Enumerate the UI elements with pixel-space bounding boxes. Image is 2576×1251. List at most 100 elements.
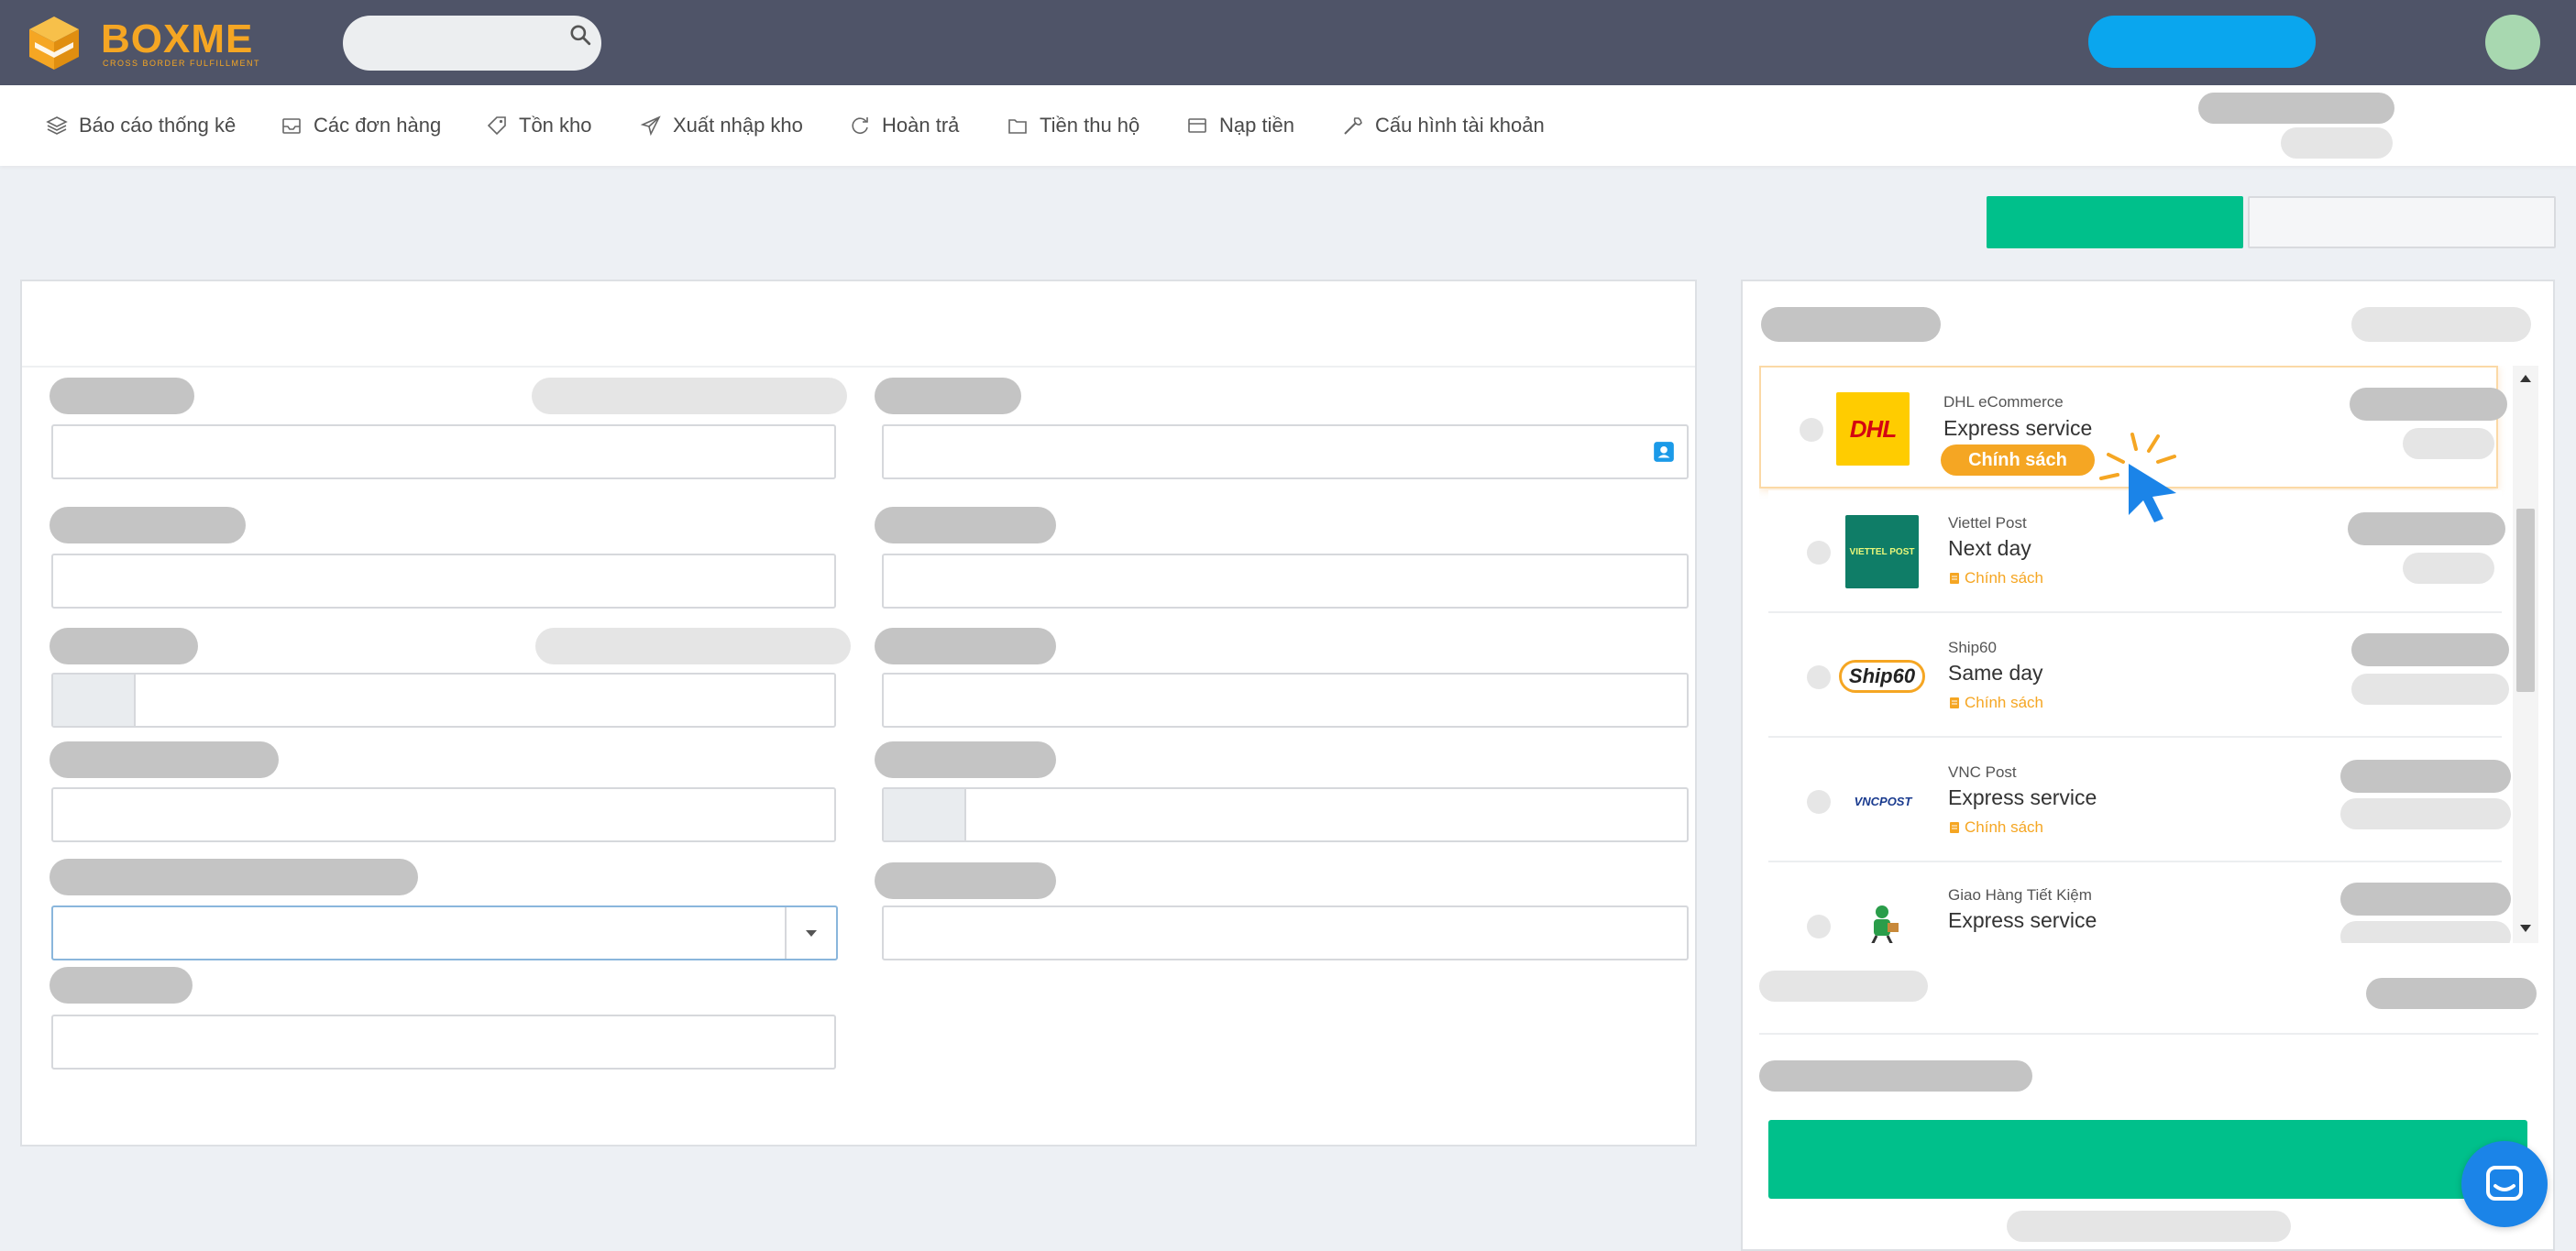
nav-item-topup[interactable]: Nạp tiền <box>1186 109 1294 142</box>
field-label <box>875 862 1056 899</box>
top-bar: BOXME CROSS BORDER FULFILLMENT <box>0 0 2576 85</box>
policy-button[interactable]: Chính sách <box>1941 444 2095 476</box>
footer-note-placeholder <box>2007 1211 2291 1242</box>
nav-item-import-export[interactable]: Xuất nhập kho <box>640 109 803 142</box>
field-label <box>875 378 1021 414</box>
form-input[interactable] <box>51 787 836 842</box>
refresh-icon <box>852 117 868 134</box>
wrench-icon <box>1344 117 1362 135</box>
input-prefix <box>53 675 136 726</box>
carrier-radio[interactable] <box>1807 541 1831 565</box>
list-footer-value-placeholder <box>2366 978 2537 1009</box>
brand-tagline: CROSS BORDER FULFILLMENT <box>103 59 261 68</box>
policy-link-label: Chính sách <box>1965 818 2043 836</box>
carrier-list-scrollbar[interactable] <box>2513 366 2538 943</box>
field-label <box>50 507 246 543</box>
policy-link[interactable]: Chính sách <box>1948 818 2043 837</box>
viettel-post-logo-icon: VIETTEL POST <box>1845 515 1919 588</box>
dhl-logo-text: DHL <box>1849 414 1897 443</box>
panel-title-placeholder <box>1761 307 1941 342</box>
top-action-button[interactable] <box>2088 16 2316 68</box>
nav-item-orders[interactable]: Các đơn hàng <box>281 109 441 142</box>
chevron-down-icon <box>806 930 817 937</box>
search-icon[interactable] <box>568 23 592 47</box>
brand-logo[interactable]: BOXME CROSS BORDER FULFILLMENT <box>26 15 273 71</box>
nav-item-inventory[interactable]: Tồn kho <box>486 109 592 142</box>
select-toggle[interactable] <box>785 907 836 959</box>
carrier-radio[interactable] <box>1807 665 1831 689</box>
form-input-with-prefix[interactable] <box>882 787 1689 842</box>
carrier-eta-placeholder <box>2340 921 2511 943</box>
carrier-eta-placeholder <box>2340 798 2511 829</box>
vnc-logo-text: VNCPOST <box>1854 794 1912 808</box>
delivery-man-icon <box>1871 905 1899 943</box>
tag-icon <box>487 116 506 136</box>
form-input-with-prefix[interactable] <box>51 673 836 728</box>
brand-name: BOXME <box>101 16 254 61</box>
document-icon <box>1950 822 1959 833</box>
carrier-option-ship60[interactable]: Ship60 Ship60 Same day Chính sách <box>1768 615 2509 738</box>
carrier-service: Next day <box>1948 536 2031 560</box>
carrier-option-giao-hang-tiet-kiem[interactable]: giaohangtietkiem Giao Hàng Tiết Kiệm Exp… <box>1768 864 2511 943</box>
carrier-service: Same day <box>1948 661 2043 685</box>
carrier-price-placeholder <box>2350 388 2507 421</box>
form-input[interactable] <box>882 905 1689 960</box>
ship60-logo-text: Ship60 <box>1838 660 1926 693</box>
scroll-up-icon[interactable] <box>2516 369 2535 388</box>
field-label <box>50 859 418 895</box>
nav-label: Hoàn trả <box>882 114 960 137</box>
ship60-logo-icon: Ship60 <box>1834 640 1930 713</box>
secondary-action-button[interactable] <box>2248 196 2556 248</box>
field-label <box>875 507 1056 543</box>
field-label <box>50 628 198 664</box>
nav-item-cod[interactable]: Tiền thu hộ <box>1007 109 1139 142</box>
form-input[interactable] <box>882 673 1689 728</box>
carrier-price-placeholder <box>2340 883 2511 916</box>
search-input[interactable] <box>343 16 601 71</box>
field-label <box>50 741 279 778</box>
scroll-thumb[interactable] <box>2516 509 2535 692</box>
policy-link-label: Chính sách <box>1965 569 2043 587</box>
nav-item-reports[interactable]: Báo cáo thống kê <box>46 109 236 142</box>
carrier-option-vnc-post[interactable]: VNCPOST VNC Post Express service Chính s… <box>1768 740 2511 862</box>
policy-link[interactable]: Chính sách <box>1948 694 2043 712</box>
carrier-radio[interactable] <box>1807 790 1831 814</box>
form-select[interactable] <box>51 905 838 960</box>
panel-action-placeholder[interactable] <box>2351 307 2531 342</box>
carrier-name: Viettel Post <box>1948 514 2027 532</box>
field-label <box>50 967 193 1004</box>
form-input[interactable] <box>51 1015 836 1070</box>
avatar[interactable] <box>2485 15 2540 70</box>
nav-item-account-settings[interactable]: Cấu hình tài khoản <box>1342 109 1545 142</box>
nav-label: Cấu hình tài khoản <box>1375 114 1545 137</box>
form-input[interactable] <box>51 424 836 479</box>
input-prefix <box>884 789 966 840</box>
ghtk-logo-icon: giaohangtietkiem <box>1845 889 1919 943</box>
main-nav: Báo cáo thống kê Các đơn hàng Tồn kho Xu… <box>0 85 2576 166</box>
folder-icon <box>1008 119 1027 134</box>
submit-order-button[interactable] <box>1768 1120 2527 1199</box>
form-input[interactable] <box>882 554 1689 609</box>
vnc-post-logo-icon: VNCPOST <box>1842 764 1924 838</box>
shipping-carrier-panel: DHL DHL eCommerce Express service Chính … <box>1741 280 2555 1251</box>
carrier-price-placeholder <box>2351 633 2509 666</box>
policy-link[interactable]: Chính sách <box>1948 569 2043 587</box>
nav-item-returns[interactable]: Hoàn trả <box>849 109 959 142</box>
primary-action-button[interactable] <box>1987 196 2243 248</box>
carrier-name: DHL eCommerce <box>1943 393 2064 411</box>
document-icon <box>1950 573 1959 584</box>
account-name-placeholder[interactable] <box>2198 93 2394 124</box>
carrier-name: Giao Hàng Tiết Kiệm <box>1948 886 2092 904</box>
carrier-service: Express service <box>1948 908 2097 932</box>
chat-button[interactable] <box>2461 1141 2548 1227</box>
form-input-contact[interactable] <box>882 424 1689 479</box>
carrier-radio[interactable] <box>1800 418 1823 442</box>
carrier-price-placeholder <box>2340 760 2511 793</box>
scroll-down-icon[interactable] <box>2516 919 2535 938</box>
plane-icon <box>640 115 661 137</box>
form-input[interactable] <box>51 554 836 609</box>
contact-book-icon[interactable] <box>1652 440 1676 464</box>
carrier-radio[interactable] <box>1807 915 1831 938</box>
field-hint <box>535 628 851 664</box>
summary-label-placeholder <box>1759 1060 2032 1092</box>
